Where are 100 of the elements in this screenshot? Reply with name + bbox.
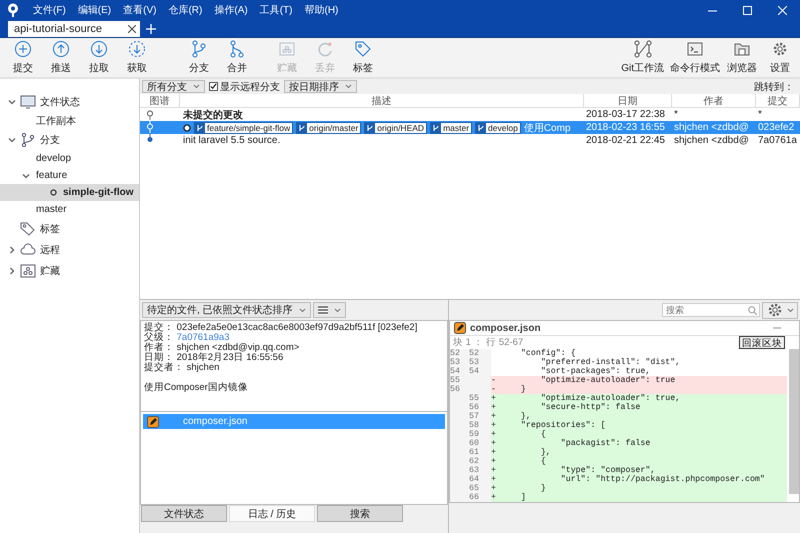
toolbar-button[interactable]: 拉取 [80,40,118,75]
diff-line: 66 + ] [450,493,787,502]
chevron-icon[interactable] [8,266,16,274]
chevron-icon[interactable] [8,98,16,106]
sidebar-section[interactable]: 贮藏 [0,260,139,281]
sidebar-section[interactable]: 分支 [0,129,139,150]
sort-dropdown[interactable]: 按日期排序 [284,80,357,93]
column-header[interactable]: 作者 [672,94,756,107]
diff-line: 55 + "optimize-autoloader": true, [450,394,787,403]
revert-hunk-button[interactable]: 回滚区块 [739,336,785,349]
list-icon [318,306,328,314]
commit-message: init laravel 5.5 source. [183,135,280,146]
diff-line: 61 + }, [450,448,787,457]
commit-message: 使用Comp [524,122,571,134]
view-tab[interactable]: 文件状态 [141,505,227,522]
settings-icon [766,301,784,319]
branch-icon [365,122,376,132]
commit-hash-cell-text: 023efe2 [757,122,796,133]
column-header[interactable]: 日期 [584,94,672,107]
toolbar-button[interactable]: 提交 [4,40,42,75]
sidebar-item[interactable]: 工作副本 [0,112,139,129]
branch-label: master [430,122,472,134]
monitor-icon [20,94,36,110]
maximize-icon[interactable] [743,6,752,14]
tag-icon [354,40,372,58]
repository-tab[interactable]: api-tutorial-source [8,21,140,37]
chevron-icon[interactable] [22,172,30,180]
chevron-icon[interactable] [8,136,16,144]
view-mode-dropdown[interactable] [312,302,346,318]
sidebar-item[interactable]: master [0,201,139,218]
check-icon [210,83,217,90]
sidebar-item[interactable]: simple-git-flow [0,184,139,201]
toolbar-button[interactable]: Git工作流 [621,40,664,75]
merge-icon [228,40,246,58]
diff-line: 59 + { [450,430,787,439]
sidebar-item[interactable]: feature [0,167,139,184]
branch-icon [431,122,442,132]
menu-item[interactable]: 帮助(H) [298,3,344,17]
diff-line: 56 - } [450,385,787,394]
branch-filter-dropdown[interactable]: 所有分支 [142,80,205,93]
commit-detail-line: 提交： 023efe2a5e0e13cac8ac6e8003ef97d9a2bf511f [023efe2] [144,323,418,333]
menu-item[interactable]: 编辑(E) [72,3,118,17]
diff-line: 52 52 "config": { [450,349,577,358]
commit-hash-cell-text: * [757,109,763,120]
jump-to-label: 跳转到： [754,80,795,94]
column-header[interactable]: 提交 [756,94,800,107]
caret-icon [787,308,794,312]
hunk-header: 块 1 ： 行 52-67 [453,336,524,349]
cloud-icon [20,242,36,258]
toolbar-button[interactable]: 浏览器 [726,40,758,75]
branch-icon [20,132,36,148]
branch-icon [297,122,308,132]
scrollbar[interactable] [789,349,799,494]
date-cell-text: 2018-02-21 22:45 [585,135,666,146]
caret-icon [298,308,306,312]
add-tab-icon[interactable] [146,24,156,34]
view-tab[interactable]: 搜索 [317,505,403,522]
toolbar-button[interactable]: 合并 [218,40,256,75]
date-cell-text: 2018-02-23 16:55 [585,122,666,133]
view-tab[interactable]: 日志 / 历史 [229,505,315,522]
commit-hash-cell-text: 7a0761a [757,135,798,146]
menu-item[interactable]: 查看(V) [117,3,162,17]
show-remote-checkbox[interactable]: 显示远程分支 [209,80,280,94]
close-icon[interactable] [128,25,136,33]
commit-row[interactable]: feature/simple-git-flow origin/master origin/HEAD master develop 使用Comp 2018-02-23 16:55 shjchen <zdbd@ 023efe2 [140,121,800,134]
menu-item[interactable]: 仓库(R) [162,3,208,17]
diff-line: 54 54 "sort-packages": true, [450,367,652,376]
author-cell-text: * [673,109,679,120]
diff-line: 57 + }, [450,412,787,421]
toolbar-button[interactable]: 获取 [118,40,156,75]
branch-label: origin/HEAD [364,122,428,134]
diff-line: 58 + "repositories": [ [450,421,787,430]
logo-icon [7,3,19,17]
caret-icon [193,84,200,89]
toolbar-button[interactable]: 命令行模式 [670,40,720,75]
column-header[interactable]: 图谱 [140,94,180,107]
tag-icon [20,220,36,236]
sidebar-section[interactable]: 文件状态 [0,91,139,112]
toolbar-button[interactable]: 分支 [180,40,218,75]
search-field[interactable]: 搜索 [662,303,760,317]
column-header[interactable]: 描述 [180,94,584,107]
settings-dropdown[interactable] [762,302,798,318]
commit-row[interactable]: 未提交的更改 2018-03-17 22:38 * * [140,108,800,121]
caret-icon [345,84,352,89]
menu-item[interactable]: 文件(F) [27,3,72,17]
file-filter-dropdown[interactable]: 待定的文件, 已依照文件状态排序 [142,302,311,318]
toolbar-button[interactable]: 设置 [764,40,796,75]
commit-row[interactable]: init laravel 5.5 source. 2018-02-21 22:45 shjchen <zdbd@ 7a0761a [140,134,800,147]
diff-line: 55 - "optimize-autoloader": true [450,376,787,385]
sidebar-section[interactable]: 远程 [0,239,139,260]
menu-item[interactable]: 操作(A) [208,3,254,17]
sidebar-item[interactable]: develop [0,150,139,167]
toolbar-button[interactable]: 标签 [344,40,382,75]
branch-icon [190,40,208,58]
chevron-icon[interactable] [8,246,16,254]
settings-icon [771,40,789,58]
menu-item[interactable]: 工具(T) [254,3,298,17]
sidebar-section[interactable]: 标签 [0,218,139,239]
toolbar-button[interactable]: 推送 [42,40,80,75]
commit-message: 使用Composer国内镜像 [144,383,249,393]
